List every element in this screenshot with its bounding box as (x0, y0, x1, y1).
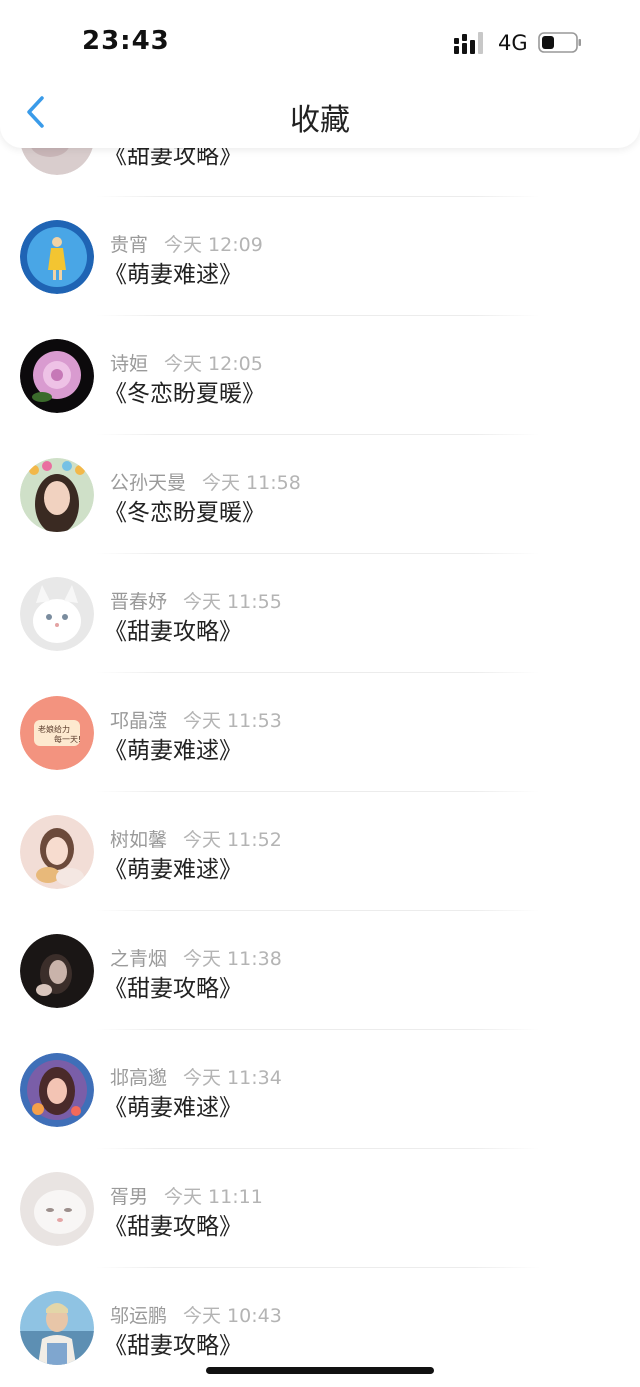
timestamp: 今天 11:53 (183, 710, 282, 732)
book-title: 《萌妻难逑》 (104, 1095, 242, 1121)
list-item[interactable]: 之青烟 今天 11:38 《甜妻攻略》 (0, 911, 640, 1030)
book-title: 《甜妻攻略》 (104, 619, 242, 645)
book-title: 《冬恋盼夏暖》 (104, 381, 265, 407)
user-name[interactable]: 邛晶滢 (110, 710, 167, 732)
avatar[interactable] (20, 1291, 94, 1365)
list-item[interactable]: 树如馨 今天 11:52 《萌妻难逑》 (0, 792, 640, 911)
item-meta: 晋春妤 今天 11:55 (110, 587, 282, 614)
timestamp: 今天 11:58 (202, 472, 301, 494)
list-item[interactable]: 胥男 今天 11:11 《甜妻攻略》 (0, 1149, 640, 1268)
home-indicator[interactable] (206, 1367, 434, 1374)
item-meta: 胥男 今天 11:11 (110, 1182, 263, 1209)
list-item[interactable]: 贵宵 今天 12:09 《萌妻难逑》 (0, 197, 640, 316)
user-name[interactable]: 邶高邈 (110, 1067, 167, 1089)
battery-icon (538, 32, 581, 53)
item-meta: 之青烟 今天 11:38 (110, 944, 282, 971)
book-title: 《萌妻难逑》 (104, 738, 242, 764)
avatar[interactable] (20, 339, 94, 413)
item-meta: 树如馨 今天 11:52 (110, 825, 282, 852)
user-name[interactable]: 之青烟 (110, 948, 167, 970)
page-title: 收藏 (290, 103, 350, 138)
user-name[interactable]: 诗姮 (110, 353, 148, 375)
avatar[interactable] (20, 1053, 94, 1127)
item-meta: 邛晶滢 今天 11:53 (110, 706, 282, 733)
avatar[interactable] (20, 1172, 94, 1246)
timestamp: 今天 11:55 (183, 591, 282, 613)
timestamp: 今天 12:09 (164, 234, 263, 256)
avatar-badge-line2: 每一天! (54, 734, 81, 744)
book-title: 《甜妻攻略》 (104, 1214, 242, 1240)
timestamp: 今天 11:52 (183, 829, 282, 851)
timestamp: 今天 11:34 (183, 1067, 282, 1089)
book-title: 《萌妻难逑》 (104, 857, 242, 883)
list-item[interactable]: 老娘给力 每一天! 邛晶滢 今天 11:53 《萌妻难逑》 (0, 673, 640, 792)
status-time: 23:43 (82, 26, 170, 56)
favorites-list: 《甜妻攻略》 贵宵 今天 12:09 《萌妻难逑》 诗姮 今天 12:05 《冬恋盼… (0, 78, 640, 1387)
nav-header: 23:43 4G 收藏 (0, 0, 640, 148)
list-item[interactable]: 公孙天曼 今天 11:58 《冬恋盼夏暖》 (0, 435, 640, 554)
avatar[interactable] (20, 458, 94, 532)
book-title: 《冬恋盼夏暖》 (104, 500, 265, 526)
book-title: 《甜妻攻略》 (104, 1333, 242, 1359)
cellular-signal-icon (454, 32, 483, 54)
list-item[interactable]: 诗姮 今天 12:05 《冬恋盼夏暖》 (0, 316, 640, 435)
item-meta: 邬运鹏 今天 10:43 (110, 1301, 282, 1328)
user-name[interactable]: 公孙天曼 (110, 472, 186, 494)
avatar[interactable] (20, 220, 94, 294)
item-meta: 诗姮 今天 12:05 (110, 349, 263, 376)
timestamp: 今天 11:11 (164, 1186, 263, 1208)
book-title: 《萌妻难逑》 (104, 262, 242, 288)
network-type: 4G (498, 31, 528, 55)
avatar[interactable] (20, 934, 94, 1008)
list-item[interactable]: 邶高邈 今天 11:34 《萌妻难逑》 (0, 1030, 640, 1149)
avatar[interactable] (20, 815, 94, 889)
timestamp: 今天 10:43 (183, 1305, 282, 1327)
user-name[interactable]: 树如馨 (110, 829, 167, 851)
timestamp: 今天 11:38 (183, 948, 282, 970)
avatar-badge-line1: 老娘给力 (38, 724, 70, 734)
avatar[interactable] (20, 577, 94, 651)
item-meta: 邶高邈 今天 11:34 (110, 1063, 282, 1090)
avatar[interactable]: 老娘给力 每一天! (20, 696, 94, 770)
timestamp: 今天 12:05 (164, 353, 263, 375)
user-name[interactable]: 贵宵 (110, 234, 148, 256)
item-meta: 公孙天曼 今天 11:58 (110, 468, 301, 495)
list-item[interactable]: 晋春妤 今天 11:55 《甜妻攻略》 (0, 554, 640, 673)
user-name[interactable]: 晋春妤 (110, 591, 167, 613)
user-name[interactable]: 邬运鹏 (110, 1305, 167, 1327)
book-title: 《甜妻攻略》 (104, 976, 242, 1002)
user-name[interactable]: 胥男 (110, 1186, 148, 1208)
item-meta: 贵宵 今天 12:09 (110, 230, 263, 257)
